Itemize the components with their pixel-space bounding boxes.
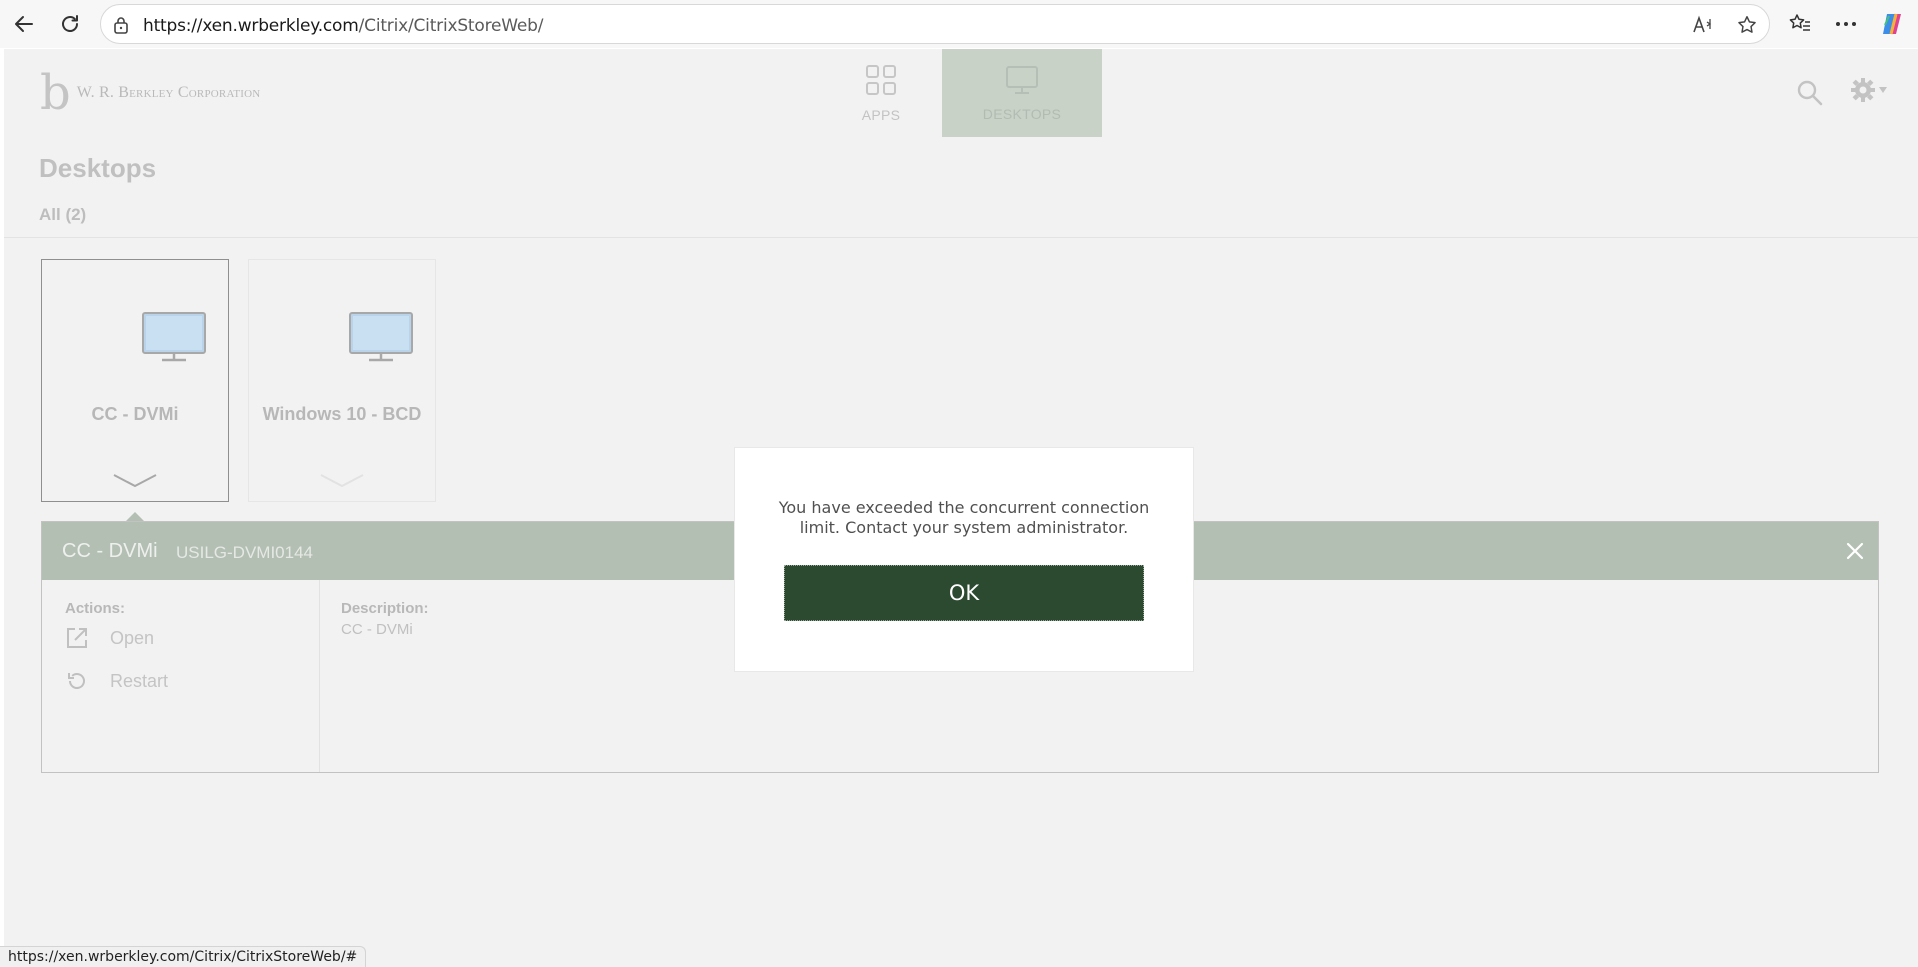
citrix-storefront-page: b W. R. Berkley Corporation APPS DESKTOP… [4,49,1918,967]
settings-gear-icon[interactable] [1850,77,1887,103]
logo-mark: b [40,65,71,121]
tile-name: Windows 10 - BCD [262,404,422,424]
search-icon[interactable] [1796,79,1824,112]
page-title: Desktops [39,153,157,183]
description-heading: Description: [341,600,429,617]
nav-apps-label: APPS [861,106,901,123]
copilot-icon[interactable] [1878,10,1906,38]
address-url: https://xen.wrberkley.com/Citrix/CitrixS… [143,16,543,36]
chevron-down-icon [1879,87,1887,93]
apps-grid-icon [865,64,897,101]
logo-text: W. R. Berkley Corporation [76,84,261,101]
actions-heading: Actions: [65,600,125,617]
tile-name: CC - DVMi [91,404,179,424]
browser-toolbar: https://xen.wrberkley.com/Citrix/CitrixS… [0,0,1918,48]
restart-icon [66,670,92,692]
nav-desktops-label: DESKTOPS [982,105,1062,122]
description-text: CC - DVMi [341,621,413,638]
error-message: You have exceeded the concurrent connect… [778,498,1150,537]
desktop-monitor-icon [142,312,206,367]
divider [4,237,1918,238]
restart-label: Restart [110,670,169,691]
url-host: https://xen.wrberkley.com [143,16,359,36]
actions-column: Actions: Open Restart [42,580,320,772]
open-external-icon [66,627,92,649]
error-dialog: You have exceeded the concurrent connect… [735,448,1193,671]
status-bar-url: https://xen.wrberkley.com/Citrix/CitrixS… [0,946,367,967]
desktop-tile-windows-10-bcd[interactable]: Windows 10 - BCD [248,259,436,502]
chevron-down-icon[interactable] [319,472,365,493]
ok-button[interactable]: OK [784,565,1144,621]
details-hostname: USILG-DVMI0144 [176,543,313,562]
chevron-down-icon[interactable] [112,472,158,493]
monitor-icon [1005,65,1039,100]
filter-all[interactable]: All (2) [39,205,86,225]
desktop-tile-cc-dvmi[interactable]: CC - DVMi [41,259,229,502]
details-pointer [126,512,144,521]
back-icon[interactable] [8,8,40,40]
nav-apps[interactable]: APPS [801,49,961,137]
favorite-icon[interactable] [1735,13,1759,37]
details-title: CC - DVMi [62,540,158,562]
close-icon[interactable] [1846,542,1864,565]
open-label: Open [110,627,155,648]
refresh-icon[interactable] [54,8,86,40]
nav-desktops[interactable]: DESKTOPS [942,49,1102,137]
favorites-list-icon[interactable] [1786,10,1814,38]
restart-action[interactable]: Restart [66,667,168,695]
more-icon[interactable] [1832,10,1860,38]
read-aloud-icon[interactable] [1691,13,1715,37]
address-bar[interactable]: https://xen.wrberkley.com/Citrix/CitrixS… [100,4,1770,44]
open-action[interactable]: Open [66,624,154,652]
url-path: /Citrix/CitrixStoreWeb/ [358,16,544,36]
site-info-icon[interactable] [113,16,129,39]
company-logo[interactable]: b W. R. Berkley Corporation [40,69,260,117]
desktop-monitor-icon [349,312,413,367]
